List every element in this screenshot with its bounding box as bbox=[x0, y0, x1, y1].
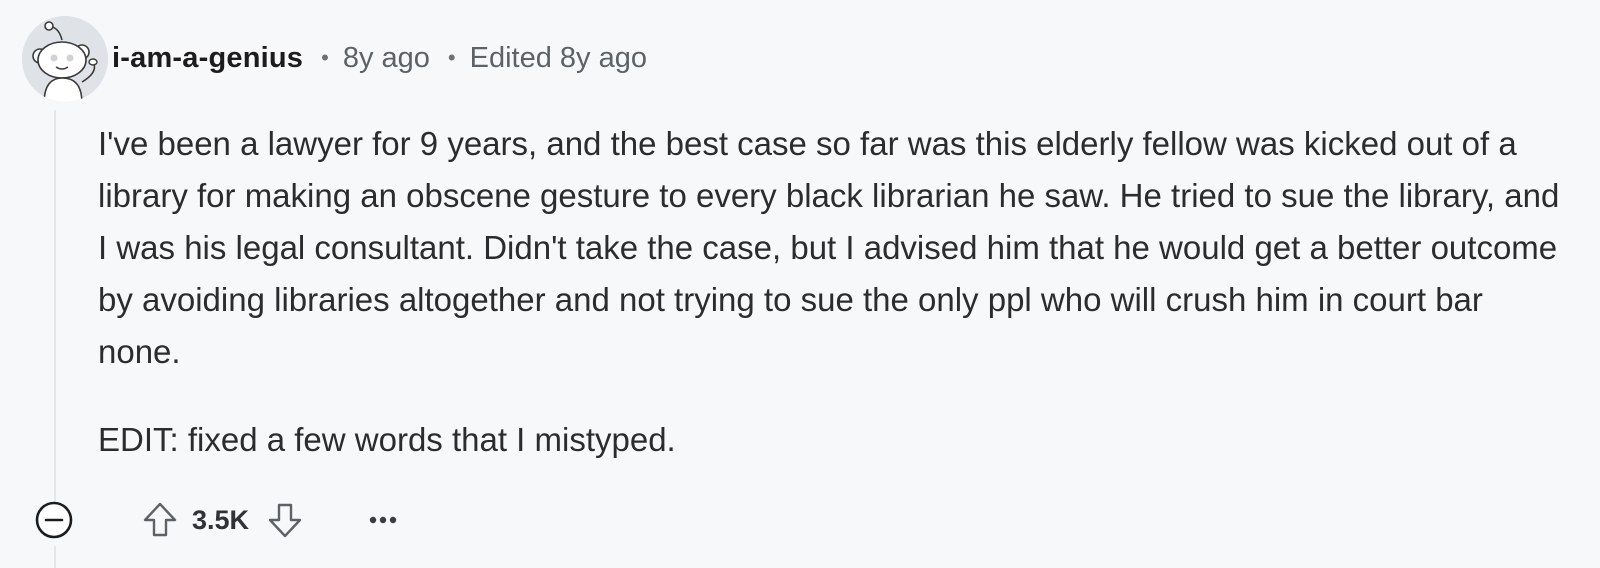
collapse-minus-icon bbox=[35, 501, 73, 539]
comment: i-am-a-genius • 8y ago • Edited 8y ago I… bbox=[0, 0, 1600, 568]
comment-body: I've been a lawyer for 9 years, and the … bbox=[98, 118, 1568, 466]
upvote-button[interactable] bbox=[138, 498, 182, 542]
downvote-arrow-icon bbox=[268, 503, 302, 538]
comment-actions: 3.5K bbox=[32, 496, 403, 544]
more-options-icon bbox=[369, 516, 397, 524]
comment-header: i-am-a-genius • 8y ago • Edited 8y ago bbox=[112, 36, 647, 80]
comment-edit-note: EDIT: fixed a few words that I mistyped. bbox=[98, 421, 676, 458]
vote-score: 3.5K bbox=[192, 504, 250, 535]
downvote-button[interactable] bbox=[263, 498, 307, 542]
comment-age[interactable]: 8y ago bbox=[343, 42, 430, 75]
meta-separator: • bbox=[447, 45, 456, 70]
avatar[interactable] bbox=[22, 16, 108, 102]
thread-line[interactable] bbox=[54, 110, 56, 510]
author-username[interactable]: i-am-a-genius bbox=[112, 42, 303, 75]
thread-line-continuation[interactable] bbox=[54, 546, 56, 568]
more-options-button[interactable] bbox=[363, 498, 403, 542]
edited-label: Edited 8y ago bbox=[469, 41, 647, 74]
comment-paragraph: I've been a lawyer for 9 years, and the … bbox=[98, 125, 1560, 370]
snoo-avatar-icon bbox=[22, 16, 108, 102]
meta-separator: • bbox=[321, 45, 329, 70]
upvote-arrow-icon bbox=[143, 502, 177, 537]
collapse-button[interactable] bbox=[32, 498, 76, 542]
